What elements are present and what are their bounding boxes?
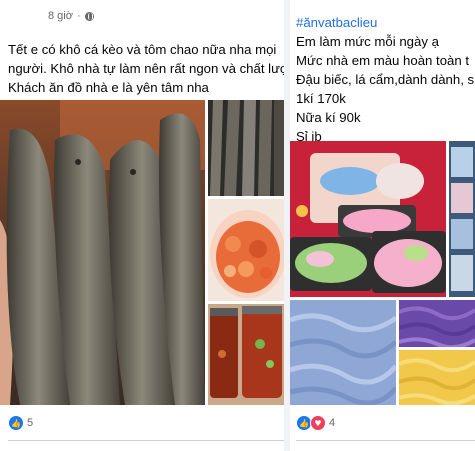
purple-noodles-photo[interactable] <box>399 300 475 347</box>
globe-icon <box>84 11 94 21</box>
post-meta: 8 giờ · <box>48 10 94 22</box>
reaction-summary[interactable]: 👍 5 <box>8 415 33 431</box>
post-timestamp[interactable]: 8 giờ <box>48 10 73 22</box>
post-card-left: 8 giờ · Tết e có khô cá kèo và tôm chao … <box>0 0 284 451</box>
shrimp-jar-photo[interactable] <box>208 199 284 301</box>
post-card-right: #ănvatbaclieu Em làm mức mỗi ngày ạ Mức … <box>290 0 475 451</box>
post-text-line: Nữa kí 90k <box>296 110 361 125</box>
post-text-line: Đậu biếc, lá cẩm,dành dành, s <box>296 72 475 87</box>
post-text-line: Khách ăn đồ nhà e là yên tâm nha <box>8 80 209 95</box>
love-icon: ♥ <box>310 415 326 431</box>
noodle-bags-photo[interactable] <box>449 141 475 297</box>
post-hashtag[interactable]: #ănvatbaclieu <box>296 13 475 32</box>
colored-noodles-photo[interactable] <box>290 141 446 297</box>
dried-fish-closeup-photo[interactable] <box>208 100 284 196</box>
post-text-line: người. Khô nhà tự làm nên rất ngon và ch… <box>8 61 284 76</box>
pickled-jars-photo[interactable] <box>208 304 284 405</box>
yellow-noodles-photo[interactable] <box>399 350 475 405</box>
post-text-line: Tết e có khô cá kèo và tôm chao nữa nha … <box>8 42 277 57</box>
post-divider <box>296 440 475 441</box>
post-text-line: 1kí 170k <box>296 91 346 106</box>
like-icon: 👍 <box>8 415 24 431</box>
reaction-summary[interactable]: 👍 ♥ 4 <box>296 415 335 431</box>
blue-noodles-photo[interactable] <box>290 300 396 405</box>
reaction-count: 5 <box>27 417 34 429</box>
post-divider <box>8 440 284 441</box>
reaction-count: 4 <box>329 417 336 429</box>
dried-fish-photo[interactable] <box>0 100 205 405</box>
post-text-line: Em làm mức mỗi ngày ạ <box>296 34 439 49</box>
post-text-line: Mức nhà em màu hoàn toàn t <box>296 53 470 68</box>
